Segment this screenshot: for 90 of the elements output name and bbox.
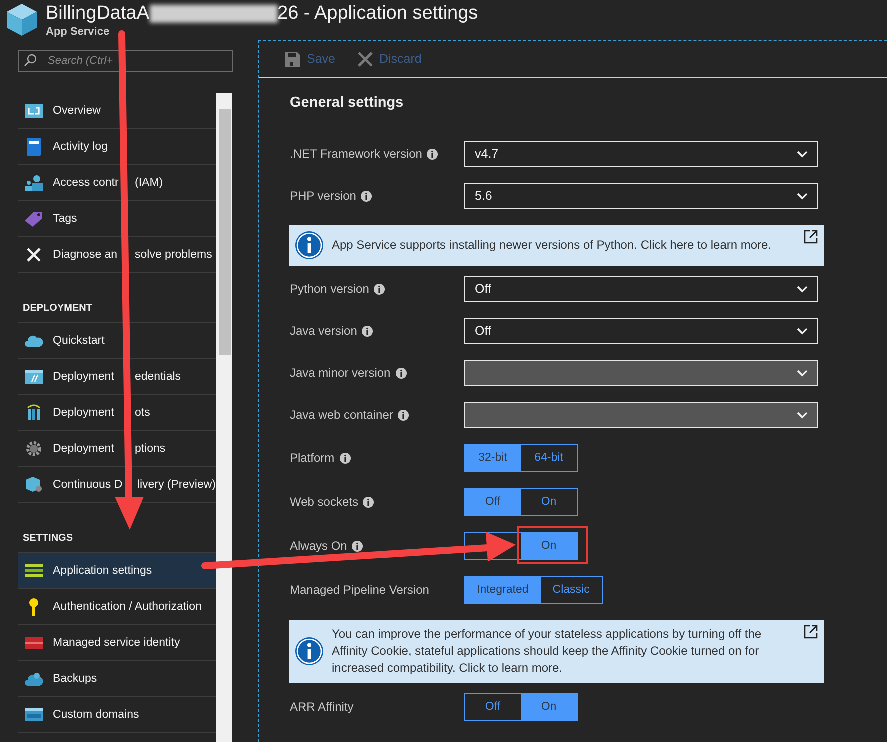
toggle-option[interactable]: Off bbox=[465, 489, 521, 515]
chevron-down-icon bbox=[797, 192, 808, 200]
info-icon bbox=[295, 637, 324, 666]
setting-label: PHP version bbox=[290, 189, 356, 203]
resource-type: App Service bbox=[46, 26, 111, 38]
item-label: edentials bbox=[135, 370, 182, 382]
web-page-icon bbox=[25, 708, 43, 721]
item-label: (IAM) bbox=[135, 176, 164, 188]
info-icon[interactable] bbox=[340, 452, 351, 464]
toggle-option[interactable]: Integrated bbox=[465, 577, 541, 603]
page-title: BillingDataA bbox=[46, 3, 150, 25]
info-banner[interactable] bbox=[289, 620, 824, 683]
key-icon bbox=[28, 598, 40, 616]
tools-icon bbox=[26, 246, 42, 262]
info-icon[interactable] bbox=[361, 190, 372, 202]
external-link-icon[interactable] bbox=[804, 230, 818, 244]
item-label: ots bbox=[135, 406, 150, 418]
item-label: Deployment bbox=[53, 442, 116, 454]
book-icon bbox=[27, 138, 41, 156]
sidebar-item[interactable]: Application settings bbox=[18, 553, 216, 589]
item-label: Continuous D bbox=[53, 478, 122, 490]
info-banner[interactable]: App Service supports installing newer versions of Python. Click here to learn more. bbox=[289, 225, 824, 266]
notice-text: You can improve the performance of your stateless applications by turning off the Affinity Cookie, stateful applications should keep the Affinity Cookie turned on for increased compatibility. Click to learn more. bbox=[332, 626, 763, 677]
section-heading: General settings bbox=[290, 95, 405, 111]
external-link-icon[interactable] bbox=[804, 625, 818, 639]
item-label: livery (Preview) bbox=[137, 478, 216, 490]
sidebar-item[interactable]: Activity log bbox=[18, 129, 216, 165]
list-icon bbox=[25, 564, 43, 578]
package-icon bbox=[25, 476, 43, 493]
people-icon bbox=[25, 174, 43, 190]
sidebar-item[interactable]: Access contr (IAM) bbox=[18, 165, 216, 201]
item-label: Deployment bbox=[53, 370, 116, 382]
chevron-down-icon bbox=[797, 370, 808, 376]
scrollbar[interactable] bbox=[216, 93, 232, 742]
toolbox-icon bbox=[25, 636, 43, 648]
window-icon bbox=[25, 370, 43, 384]
cube-icon bbox=[6, 3, 38, 37]
dropdown[interactable]: Off bbox=[464, 276, 818, 302]
setting-label: .NET Framework version bbox=[290, 147, 422, 161]
item-label: Diagnose an bbox=[53, 248, 119, 260]
setting-label: Java minor version bbox=[290, 366, 391, 380]
sidebar-item[interactable]: Managed service identity bbox=[18, 625, 216, 661]
setting-label: ARR Affinity bbox=[290, 700, 354, 714]
setting-label: Java web container bbox=[290, 408, 394, 422]
item-label: Access contr bbox=[53, 176, 119, 188]
chevron-down-icon bbox=[797, 150, 808, 158]
chevron-down-icon bbox=[797, 286, 808, 292]
setting-label: Python version bbox=[290, 282, 370, 296]
info-icon[interactable] bbox=[374, 284, 386, 294]
info-icon[interactable] bbox=[352, 540, 364, 552]
toggle-option[interactable]: 32-bit bbox=[465, 445, 521, 471]
search-icon bbox=[24, 54, 37, 67]
scrollbar-thumb[interactable] bbox=[219, 109, 231, 355]
monitor-icon bbox=[25, 104, 43, 118]
toggle-option[interactable]: On bbox=[521, 533, 577, 559]
setting-label: Java version bbox=[290, 324, 358, 338]
notice-text: App Service supports installing newer versions of Python. Click here to learn more. bbox=[332, 237, 772, 254]
toggle-option[interactable]: On bbox=[521, 694, 577, 720]
sidebar-item[interactable]: Quickstart bbox=[18, 323, 216, 359]
highlight-frame bbox=[518, 526, 588, 564]
sidebar-item[interactable]: Tags bbox=[18, 201, 216, 237]
close-icon bbox=[358, 52, 372, 66]
setting-label: Web sockets bbox=[290, 495, 358, 509]
item-label: solve problems bbox=[135, 248, 212, 260]
chevron-down-icon bbox=[797, 412, 808, 418]
info-icon[interactable] bbox=[363, 496, 374, 508]
page-title: 26 - Application settings bbox=[278, 3, 478, 25]
item-label: Deployment bbox=[53, 406, 116, 418]
search-field[interactable]: Search (Ctrl+ bbox=[18, 50, 233, 72]
sidebar-item[interactable]: Backups bbox=[18, 661, 216, 697]
gear-icon bbox=[26, 440, 42, 456]
info-icon[interactable] bbox=[427, 148, 438, 160]
item-label: ptions bbox=[135, 442, 166, 454]
cloud-icon bbox=[25, 334, 43, 346]
cloud-icon bbox=[25, 672, 43, 686]
save-icon bbox=[285, 52, 300, 66]
dropdown[interactable]: Off bbox=[464, 318, 818, 344]
tag-icon bbox=[25, 210, 43, 226]
setting-label: Platform bbox=[290, 451, 335, 465]
setting-label: Always On bbox=[290, 539, 348, 553]
dropdown[interactable]: 5.6 bbox=[464, 183, 818, 209]
info-icon[interactable] bbox=[362, 326, 374, 336]
dropdown[interactable]: v4.7 bbox=[464, 141, 818, 167]
sidebar-item[interactable]: Deployment edentials bbox=[18, 359, 216, 395]
chevron-down-icon bbox=[797, 328, 808, 334]
info-icon bbox=[295, 231, 324, 260]
bars-icon bbox=[26, 404, 42, 421]
sidebar-item[interactable]: Overview bbox=[18, 93, 216, 129]
setting-label: Managed Pipeline Version bbox=[290, 583, 430, 597]
sidebar-item[interactable]: Custom domains bbox=[18, 697, 216, 733]
